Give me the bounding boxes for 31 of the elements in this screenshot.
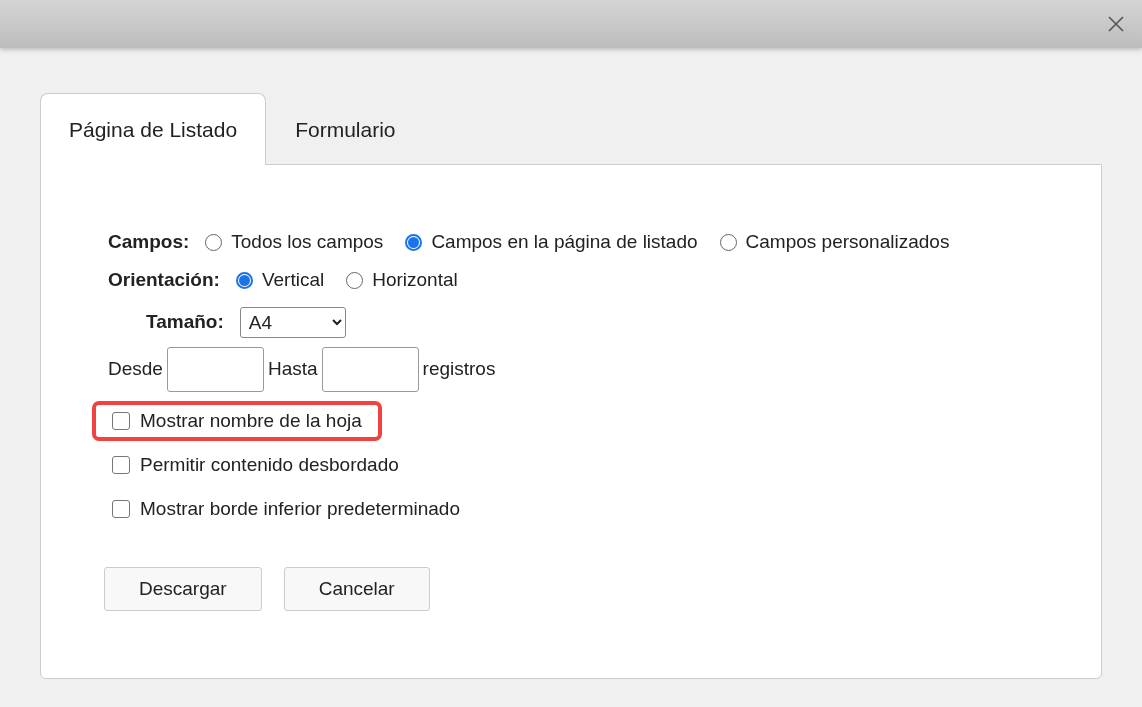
field-label: Orientación:	[108, 269, 220, 291]
field-label: Campos:	[108, 231, 190, 253]
to-field[interactable]	[321, 346, 419, 392]
radio-label: Campos personalizados	[745, 231, 950, 253]
radio-label: Todos los campos	[231, 231, 384, 253]
size-dropdown[interactable]: A4	[239, 306, 346, 338]
tab[interactable]: Formulario	[266, 93, 425, 165]
dialog-button[interactable]: Descargar	[104, 567, 262, 611]
from-field[interactable]	[166, 346, 264, 392]
radio-button[interactable]	[235, 271, 253, 289]
checkbox-label: Mostrar nombre de la hoja	[140, 410, 362, 432]
close-icon	[1106, 14, 1126, 34]
size-label: Tamaño:	[146, 311, 224, 333]
from-label: Desde	[108, 358, 163, 380]
tab[interactable]: Página de Listado	[40, 93, 267, 165]
checkbox[interactable]	[112, 456, 130, 474]
close-button[interactable]	[1106, 14, 1126, 34]
radio-label: Campos en la página de listado	[431, 231, 698, 253]
checkbox-label: Permitir contenido desbordado	[140, 454, 399, 476]
to-label: Hasta	[267, 358, 318, 380]
radio-button[interactable]	[346, 271, 364, 289]
radio-label: Horizontal	[372, 269, 458, 291]
radio-label: Vertical	[261, 269, 325, 291]
checkbox[interactable]	[112, 412, 130, 430]
radio-button[interactable]	[205, 233, 223, 251]
records-label: registros	[422, 358, 496, 380]
radio-button[interactable]	[405, 233, 423, 251]
radio-button[interactable]	[719, 233, 737, 251]
checkbox-label: Mostrar borde inferior predeterminado	[140, 498, 460, 520]
dialog-button[interactable]: Cancelar	[283, 567, 430, 611]
checkbox[interactable]	[112, 500, 130, 518]
